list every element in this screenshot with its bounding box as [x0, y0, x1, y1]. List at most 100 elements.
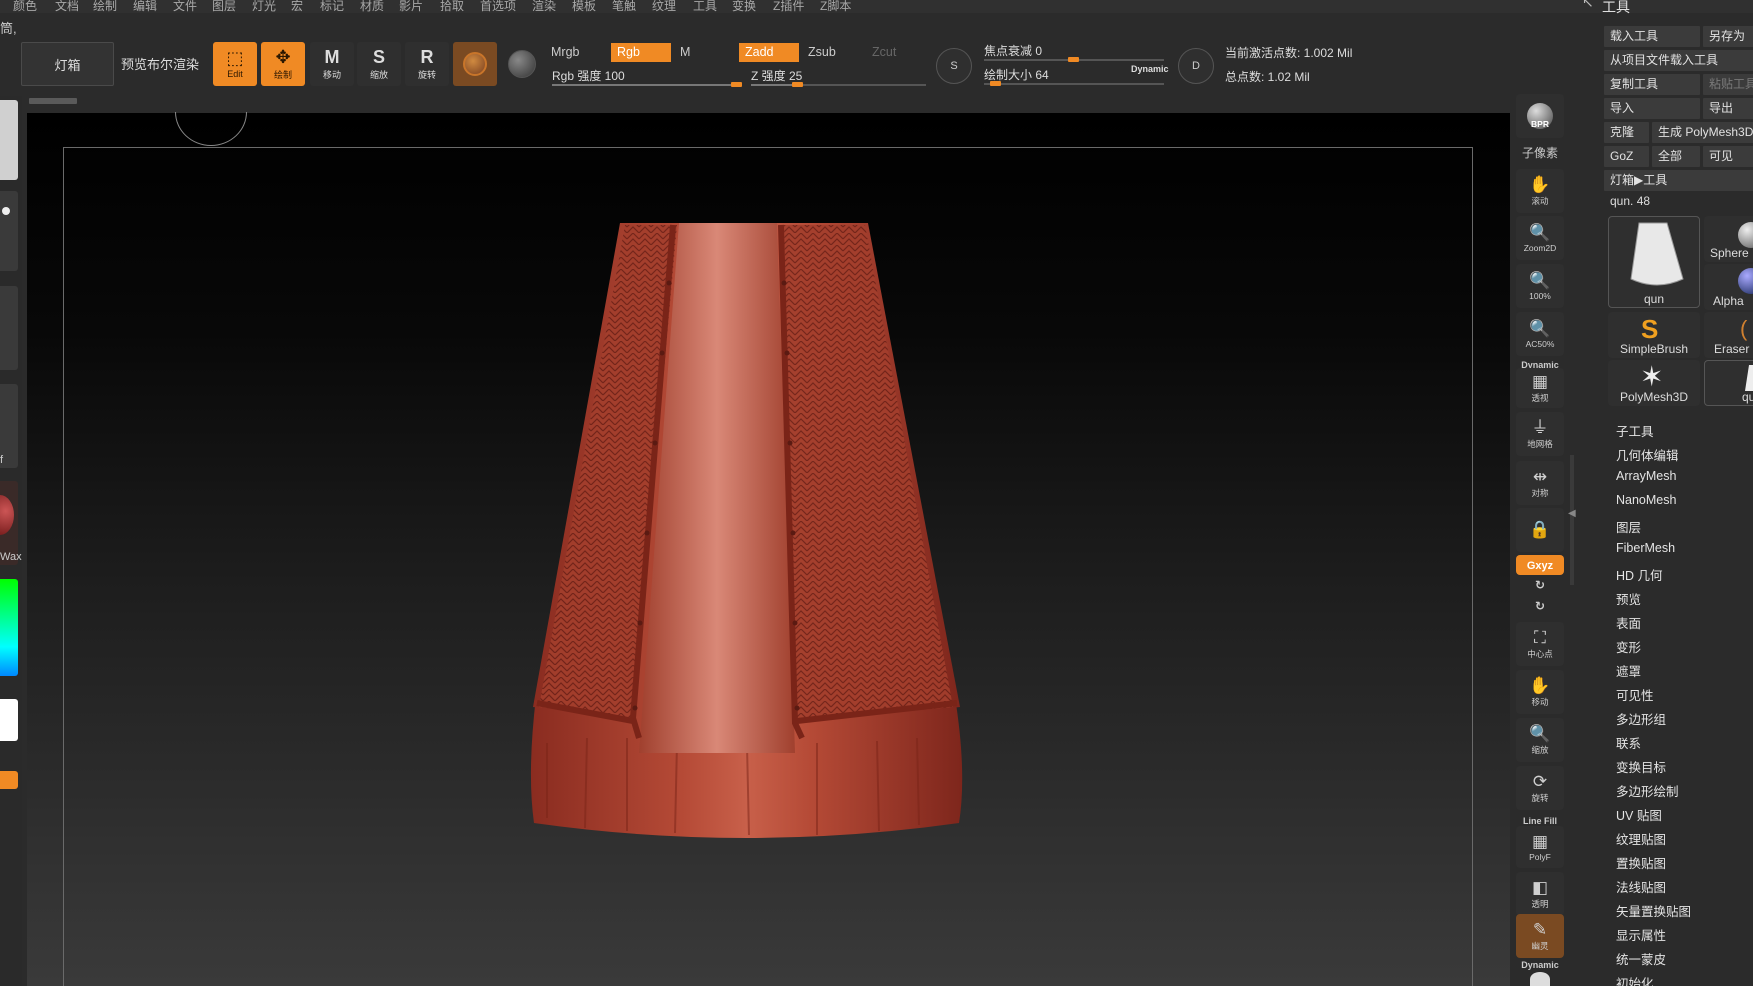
section-normal-map[interactable]: 法线贴图	[1616, 877, 1666, 896]
rotate-y-icon[interactable]: ↻	[1516, 578, 1564, 592]
skirt-model[interactable]	[27, 113, 1510, 986]
lightbox-tools-button[interactable]: 灯箱▶工具	[1604, 170, 1753, 191]
menu-layer[interactable]: 图层	[212, 0, 236, 13]
solo-sphere-icon[interactable]	[1530, 972, 1550, 986]
section-visibility[interactable]: 可见性	[1616, 685, 1654, 704]
section-display-properties[interactable]: 显示属性	[1616, 925, 1666, 944]
section-preview[interactable]: 预览	[1616, 589, 1641, 608]
dynamic-label[interactable]: Dynamic	[1131, 64, 1169, 74]
section-geometry[interactable]: 几何体编辑	[1616, 445, 1679, 464]
section-morph-target[interactable]: 变换目标	[1616, 757, 1666, 776]
zcut-toggle[interactable]: Zcut	[866, 43, 902, 62]
z-intensity-knob[interactable]	[792, 82, 803, 87]
menu-tool[interactable]: 工具	[693, 0, 717, 13]
rotate-button[interactable]: R 旋转	[405, 42, 449, 86]
menu-transform[interactable]: 变换	[732, 0, 756, 13]
section-contact[interactable]: 联系	[1616, 733, 1641, 752]
make-polymesh-button[interactable]: 生成 PolyMesh3D	[1652, 122, 1753, 143]
menu-texture[interactable]: 纹理	[652, 0, 676, 13]
canvas-viewport[interactable]	[27, 113, 1510, 986]
actual-size-button[interactable]: 🔍 100%	[1516, 264, 1564, 308]
local-lock-button[interactable]: 🔒	[1516, 508, 1564, 552]
zadd-toggle[interactable]: Zadd	[739, 43, 799, 62]
section-uv-map[interactable]: UV 贴图	[1616, 805, 1662, 824]
section-texture-map[interactable]: 纹理贴图	[1616, 829, 1666, 848]
rotate-view-button[interactable]: ⟳ 旋转	[1516, 766, 1564, 810]
menu-document[interactable]: 文档	[55, 0, 79, 13]
goz-all-button[interactable]: 全部	[1652, 146, 1700, 167]
collapse-arrow-icon[interactable]: ↖	[1582, 0, 1594, 11]
rgb-toggle[interactable]: Rgb	[611, 43, 671, 62]
section-surface[interactable]: 表面	[1616, 613, 1641, 632]
rotate-z-icon[interactable]: ↻	[1516, 599, 1564, 613]
menu-render[interactable]: 渲染	[532, 0, 556, 13]
bpr-button[interactable]: BPR	[1516, 94, 1564, 138]
tool-panel-scrollbar[interactable]	[1570, 455, 1574, 585]
frame-center-button[interactable]: ⛶ 中心点	[1516, 622, 1564, 666]
menu-draw[interactable]: 绘制	[93, 0, 117, 13]
ghost-button[interactable]: ✎ 幽灵	[1516, 914, 1564, 958]
zoom2d-button[interactable]: 🔍 Zoom2D	[1516, 216, 1564, 260]
panel-collapse-icon[interactable]: ◀	[1568, 508, 1576, 519]
section-polygroups[interactable]: 多边形组	[1616, 709, 1666, 728]
transparency-button[interactable]: ◧ 透明	[1516, 872, 1564, 916]
scale-view-button[interactable]: 🔍 缩放	[1516, 718, 1564, 762]
material-thumbnail[interactable]: Wax	[0, 481, 22, 565]
section-layers[interactable]: 图层	[1616, 517, 1641, 536]
z-intensity-slider[interactable]	[751, 84, 926, 86]
section-hd-geometry[interactable]: HD 几何	[1616, 565, 1663, 584]
floor-grid-button[interactable]: ⏚ 地网格	[1516, 412, 1564, 456]
draw-size-d-button[interactable]: D	[1178, 48, 1214, 84]
draw-button[interactable]: ✥ 绘制	[261, 42, 305, 86]
symmetry-button[interactable]: ⇹ 对称	[1516, 461, 1564, 505]
main-color-swatch[interactable]	[0, 699, 18, 741]
alpha-thumbnail[interactable]	[0, 286, 18, 370]
menu-stencil[interactable]: 模板	[572, 0, 596, 13]
section-polypaint[interactable]: 多边形绘制	[1616, 781, 1679, 800]
brush-thumbnail[interactable]	[0, 100, 18, 180]
copy-tool-button[interactable]: 复制工具	[1604, 74, 1700, 95]
paste-tool-button[interactable]: 粘贴工具	[1703, 74, 1753, 95]
menu-color[interactable]: 颜色	[13, 0, 37, 13]
scroll-button[interactable]: ✋ 滚动	[1516, 169, 1564, 213]
menu-stroke[interactable]: 笔触	[612, 0, 636, 13]
section-nanomesh[interactable]: NanoMesh	[1616, 493, 1676, 507]
load-from-project-button[interactable]: 从项目文件载入工具	[1604, 50, 1753, 71]
section-initialize[interactable]: 初始化	[1616, 973, 1654, 986]
section-vector-displacement-map[interactable]: 矢量置换贴图	[1616, 901, 1691, 920]
clone-button[interactable]: 克隆	[1604, 122, 1649, 143]
zsub-toggle[interactable]: Zsub	[802, 43, 842, 62]
move-view-button[interactable]: ✋ 移动	[1516, 670, 1564, 714]
menu-light[interactable]: 灯光	[252, 0, 276, 13]
focal-shift-knob[interactable]	[1068, 57, 1079, 62]
move-button[interactable]: M 移动	[310, 42, 354, 86]
section-subtool[interactable]: 子工具	[1616, 421, 1654, 440]
section-fibermesh[interactable]: FiberMesh	[1616, 541, 1675, 555]
edit-button[interactable]: ⬚ Edit	[213, 42, 257, 86]
half-size-button[interactable]: 🔍 AC50%	[1516, 312, 1564, 356]
perspective-button[interactable]: ▦ 透视	[1516, 368, 1564, 408]
scale-button[interactable]: S 缩放	[357, 42, 401, 86]
menu-movie[interactable]: 影片	[399, 0, 423, 13]
menu-marker[interactable]: 标记	[320, 0, 344, 13]
secondary-color-swatch[interactable]	[0, 771, 18, 789]
subpixel-label[interactable]: 子像素	[1516, 144, 1564, 161]
draw-size-knob[interactable]	[989, 81, 1001, 86]
section-masking[interactable]: 遮罩	[1616, 661, 1641, 680]
material-button[interactable]	[453, 42, 497, 86]
mrgb-toggle[interactable]: Mrgb	[545, 43, 585, 62]
rgb-intensity-slider[interactable]	[552, 84, 737, 86]
focal-shift-s-button[interactable]: S	[936, 48, 972, 84]
save-as-button[interactable]: 另存为	[1703, 26, 1753, 47]
menu-macro[interactable]: 宏	[291, 0, 303, 13]
section-displacement-map[interactable]: 置换贴图	[1616, 853, 1666, 872]
color-swatch-icon[interactable]	[508, 50, 536, 78]
rgb-intensity-knob[interactable]	[731, 82, 742, 87]
goz-visible-button[interactable]: 可见	[1703, 146, 1753, 167]
load-tool-button[interactable]: 载入工具	[1604, 26, 1700, 47]
section-arraymesh[interactable]: ArrayMesh	[1616, 469, 1676, 483]
lightbox-button[interactable]: 灯箱	[21, 42, 114, 86]
draw-size-slider[interactable]	[984, 83, 1164, 85]
preview-boolean-render-button[interactable]: 预览布尔渲染	[121, 54, 199, 73]
menu-zscript[interactable]: Z脚本	[820, 0, 851, 13]
